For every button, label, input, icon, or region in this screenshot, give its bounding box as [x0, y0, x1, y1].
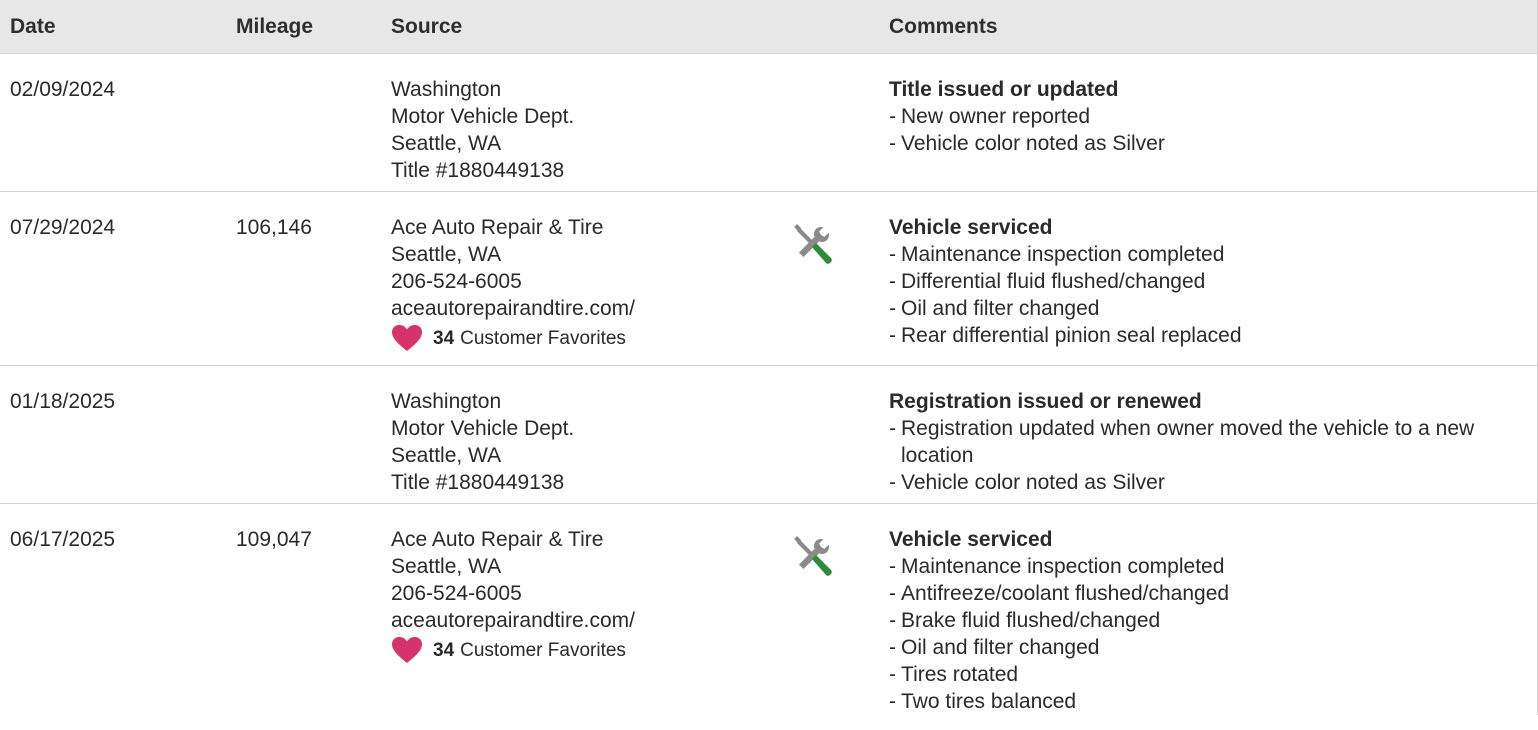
- favorites-label: Customer Favorites: [460, 327, 626, 349]
- source-department: Motor Vehicle Dept.: [391, 417, 575, 440]
- comment-item: Vehicle color noted as Silver: [889, 130, 1537, 157]
- comment-title: Title issued or updated: [889, 78, 1119, 101]
- comment-title: Vehicle serviced: [889, 528, 1053, 551]
- source-name: Washington: [391, 78, 502, 101]
- comment-item: Brake fluid flushed/changed: [889, 607, 1537, 634]
- source-location: Seattle, WA: [391, 555, 502, 578]
- record-icon-cell: [781, 504, 879, 715]
- record-comments: Registration issued or renewed Registrat…: [879, 366, 1537, 504]
- source-title-number: Title #1880449138: [391, 471, 565, 494]
- comment-item: Tires rotated: [889, 661, 1537, 688]
- comment-list: Maintenance inspection completed Antifre…: [889, 553, 1537, 715]
- table-row: 07/29/2024 106,146 Ace Auto Repair & Tir…: [0, 192, 1537, 366]
- record-comments: Vehicle serviced Maintenance inspection …: [879, 504, 1537, 715]
- comment-item: Registration updated when owner moved th…: [889, 415, 1537, 469]
- customer-favorites[interactable]: 34 Customer Favorites: [391, 324, 781, 352]
- comment-list: Maintenance inspection completed Differe…: [889, 241, 1537, 349]
- table-row: 02/09/2024 Washington Motor Vehicle Dept…: [0, 54, 1537, 192]
- favorites-label: Customer Favorites: [460, 639, 626, 661]
- record-source: Washington Motor Vehicle Dept. Seattle, …: [381, 54, 781, 192]
- record-comments: Vehicle serviced Maintenance inspection …: [879, 192, 1537, 366]
- source-location: Seattle, WA: [391, 243, 502, 266]
- record-source: Washington Motor Vehicle Dept. Seattle, …: [381, 366, 781, 504]
- heart-icon: [392, 325, 422, 351]
- column-header-mileage: Mileage: [226, 0, 381, 54]
- record-comments: Title issued or updated New owner report…: [879, 54, 1537, 192]
- record-icon-cell: [781, 54, 880, 192]
- record-icon-cell: [781, 192, 880, 366]
- source-website-link[interactable]: aceautorepairandtire.com/: [391, 295, 781, 322]
- heart-icon: [392, 637, 422, 663]
- source-department: Motor Vehicle Dept.: [391, 105, 575, 128]
- source-location: Seattle, WA: [391, 444, 502, 467]
- source-website-link[interactable]: aceautorepairandtire.com/: [391, 607, 781, 634]
- vehicle-history-table: Date Mileage Source Comments 02/09/2024 …: [0, 0, 1538, 715]
- comment-item: Maintenance inspection completed: [889, 241, 1537, 268]
- comment-item: Oil and filter changed: [889, 634, 1537, 661]
- record-date: 02/09/2024: [0, 54, 226, 192]
- record-date: 06/17/2025: [10, 528, 116, 551]
- source-location: Seattle, WA: [391, 132, 502, 155]
- column-header-comments: Comments: [879, 0, 1537, 54]
- record-date: 07/29/2024: [0, 192, 226, 366]
- comment-item: Two tires balanced: [889, 688, 1537, 715]
- table-row: 06/17/2025 109,047 Ace Auto Repair & Tir…: [0, 504, 1537, 715]
- source-name: Ace Auto Repair & Tire: [391, 216, 604, 239]
- comment-item: Maintenance inspection completed: [889, 553, 1537, 580]
- record-icon-cell: [781, 366, 880, 504]
- table-header-row: Date Mileage Source Comments: [0, 0, 1537, 54]
- record-source: Ace Auto Repair & Tire Seattle, WA 206-5…: [381, 504, 781, 715]
- record-mileage: [226, 54, 381, 192]
- source-title-number: Title #1880449138: [391, 159, 565, 182]
- service-tools-icon: [794, 224, 832, 264]
- source-name: Ace Auto Repair & Tire: [391, 528, 604, 551]
- comment-item: Vehicle color noted as Silver: [889, 469, 1537, 496]
- column-header-date: Date: [0, 0, 226, 54]
- comment-item: Antifreeze/coolant flushed/changed: [889, 580, 1537, 607]
- source-name: Washington: [391, 390, 502, 413]
- comment-title: Vehicle serviced: [889, 216, 1053, 239]
- source-phone[interactable]: 206-524-6005: [391, 580, 781, 607]
- record-date: 01/18/2025: [0, 366, 226, 504]
- customer-favorites[interactable]: 34 Customer Favorites: [391, 636, 781, 664]
- record-source: Ace Auto Repair & Tire Seattle, WA 206-5…: [381, 192, 781, 366]
- record-mileage: 106,146: [226, 192, 381, 366]
- comment-list: New owner reported Vehicle color noted a…: [889, 103, 1537, 157]
- favorites-count: 34: [433, 327, 455, 349]
- favorites-count: 34: [433, 639, 455, 661]
- record-mileage: 109,047: [236, 528, 312, 551]
- comment-item: New owner reported: [889, 103, 1537, 130]
- comment-title: Registration issued or renewed: [889, 390, 1202, 413]
- table-row: 01/18/2025 Washington Motor Vehicle Dept…: [0, 366, 1537, 504]
- source-phone[interactable]: 206-524-6005: [391, 268, 781, 295]
- column-header-source: Source: [381, 0, 880, 54]
- comment-item: Oil and filter changed: [889, 295, 1537, 322]
- record-mileage: [226, 366, 381, 504]
- service-tools-icon: [794, 536, 832, 576]
- comment-item: Rear differential pinion seal replaced: [889, 322, 1537, 349]
- comment-item: Differential fluid flushed/changed: [889, 268, 1537, 295]
- comment-list: Registration updated when owner moved th…: [889, 415, 1537, 496]
